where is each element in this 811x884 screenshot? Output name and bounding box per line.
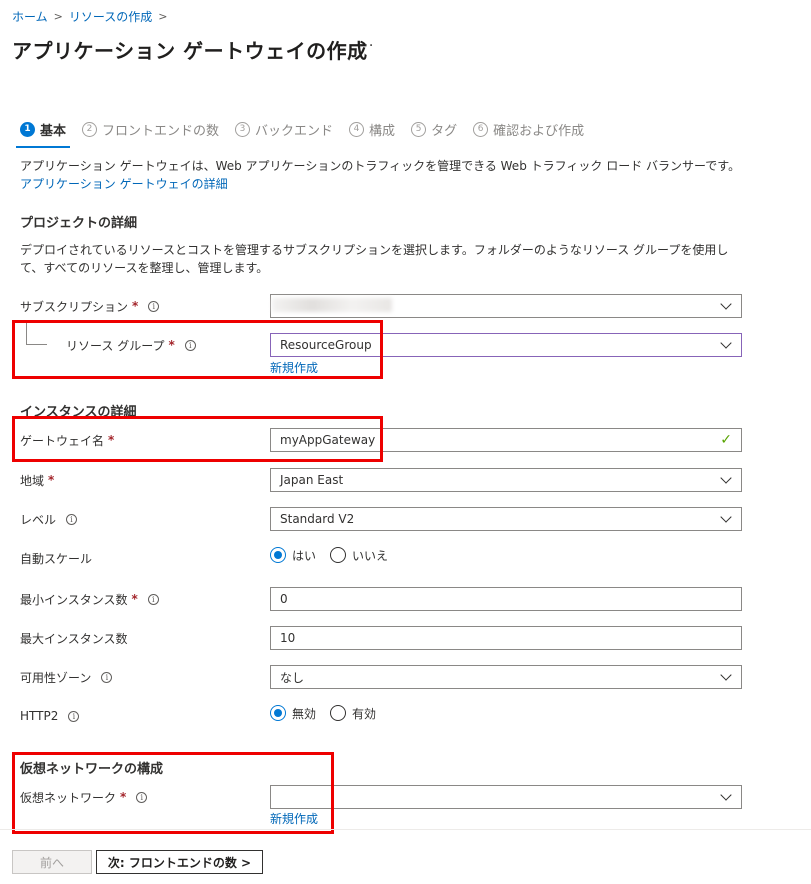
intro-text: アプリケーション ゲートウェイは、Web アプリケーションのトラフィックを管理で… [20,157,745,193]
availability-zone-select[interactable]: なし [270,665,742,689]
min-instances-label: 最小インスタンス数 * i [20,588,159,610]
page-title: アプリケーション ゲートウェイの作成 [12,39,368,63]
project-details-heading: プロジェクトの詳細 [20,216,138,231]
min-instances-label-text: 最小インスタンス数 [20,592,128,607]
chevron-down-icon [720,513,732,525]
learn-more-link[interactable]: アプリケーション ゲートウェイの詳細 [20,177,228,191]
info-icon[interactable]: i [68,710,80,722]
min-instances-value: 0 [280,592,288,606]
footer-divider [0,829,811,830]
radio-label: 無効 [292,706,317,721]
tab-label: フロントエンドの数 [102,123,220,139]
chevron-down-icon [720,791,732,803]
highlight-box [12,752,334,834]
breadcrumb-separator: > [53,10,63,23]
tab-frontends[interactable]: 2 フロントエンドの数 [82,118,219,140]
max-instances-label: 最大インスタンス数 [20,631,128,646]
tier-label-text: レベル [20,512,57,527]
required-marker: * [132,299,139,313]
step-number-icon: 3 [235,121,251,137]
subscription-select[interactable] [270,294,742,318]
http2-enabled-radio[interactable]: 有効 [330,705,376,722]
info-icon[interactable]: i [147,593,159,605]
region-value: Japan East [280,473,344,487]
tier-label: レベル i [20,508,78,530]
http2-disabled-radio[interactable]: 無効 [270,705,316,722]
tab-label: タグ [431,123,458,139]
tab-label: 基本 [40,123,67,139]
required-marker: * [48,473,55,487]
region-select[interactable]: Japan East [270,468,742,492]
availability-zone-label-text: 可用性ゾーン [20,670,92,685]
info-icon[interactable]: i [148,300,160,312]
step-number-icon: 5 [411,121,427,137]
autoscale-no-radio[interactable]: いいえ [330,547,388,564]
availability-zone-label: 可用性ゾーン i [20,666,113,688]
required-marker: * [131,592,138,606]
checkmark-icon: ✓ [720,432,732,448]
more-options-icon[interactable]: ··· [358,38,374,54]
wizard-steps: 1 基本 2 フロントエンドの数 3 バックエンド 4 構成 5 タグ 6 確認… [15,118,600,148]
highlight-box [12,416,383,462]
radio-label: いいえ [352,548,389,563]
http2-label: HTTP2 i [20,705,80,727]
http2-label-text: HTTP2 [20,709,59,723]
max-instances-value: 10 [280,631,296,645]
radio-unselected-icon [330,705,347,721]
tier-value: Standard V2 [280,512,355,526]
availability-zone-value: なし [280,670,305,685]
subscription-value-redacted [272,297,720,315]
intro-description: アプリケーション ゲートウェイは、Web アプリケーションのトラフィックを管理で… [20,159,741,173]
radio-selected-icon [270,547,286,563]
radio-label: はい [292,548,317,563]
region-label-text: 地域 [20,473,45,488]
max-instances-input[interactable]: 10 [270,626,742,650]
http2-radio-group: 無効 有効 [270,702,376,724]
tab-basics[interactable]: 1 基本 [15,118,71,148]
project-details-description: デプロイされているリソースとコストを管理するサブスクリプションを選択します。フォ… [20,243,729,275]
next-frontends-button[interactable]: 次: フロントエンドの数 > [96,850,263,874]
vnet-select[interactable] [270,785,742,809]
chevron-down-icon [720,474,732,486]
breadcrumb-separator: > [158,10,168,23]
chevron-down-icon [720,339,732,351]
info-icon[interactable]: i [66,513,78,525]
step-number-icon: 1 [20,121,35,137]
step-number-icon: 2 [82,121,98,137]
tier-select[interactable]: Standard V2 [270,507,742,531]
breadcrumb: ホーム > リソースの作成 > [12,8,167,25]
tab-configuration[interactable]: 4 構成 [349,118,395,140]
tab-label: バックエンド [255,123,334,139]
breadcrumb-create-resource-link[interactable]: リソースの作成 [69,8,152,25]
tab-tags[interactable]: 5 タグ [411,118,457,140]
breadcrumb-home-link[interactable]: ホーム [12,8,48,25]
radio-label: 有効 [352,706,377,721]
highlight-box [12,320,383,379]
radio-selected-icon [270,705,286,721]
tab-label: 構成 [369,123,396,139]
subscription-label-text: サブスクリプション [20,299,129,314]
region-label: 地域 * [20,469,54,491]
radio-unselected-icon [330,547,347,563]
tab-backends[interactable]: 3 バックエンド [235,118,333,140]
tab-review-create[interactable]: 6 確認および作成 [473,118,584,140]
chevron-down-icon [720,671,732,683]
tab-label: 確認および作成 [493,123,585,139]
chevron-down-icon [720,300,732,312]
min-instances-input[interactable]: 0 [270,587,742,611]
step-number-icon: 6 [473,121,489,137]
subscription-label: サブスクリプション * i [20,295,160,317]
autoscale-yes-radio[interactable]: はい [270,547,316,564]
previous-button[interactable]: 前へ [12,850,92,874]
step-number-icon: 4 [349,121,365,137]
info-icon[interactable]: i [101,671,113,683]
autoscale-label: 自動スケール [20,551,93,566]
autoscale-radio-group: はい いいえ [270,544,388,566]
